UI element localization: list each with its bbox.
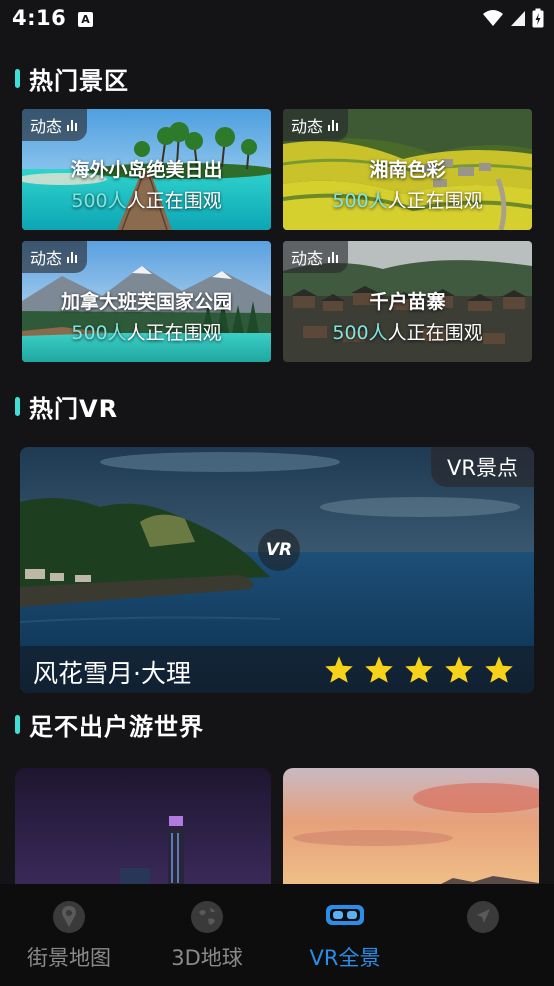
scenic-viewers: 500人人正在围观 <box>332 190 483 212</box>
star-icon <box>325 656 353 683</box>
nav-street-map[interactable]: 街景地图 <box>0 884 138 986</box>
live-tag: 动态 <box>22 241 88 273</box>
section-accent-bar <box>15 68 20 88</box>
vr-headset-icon <box>326 905 364 925</box>
status-bar: 4:16 A <box>0 0 554 40</box>
scenic-card-hunan[interactable]: 动态 湘南色彩 500人人正在围观 <box>283 109 532 230</box>
wifi-icon <box>483 10 503 26</box>
scenic-name: 加拿大班芙国家公园 <box>60 291 232 313</box>
notification-icon: A <box>78 12 93 27</box>
star-icon <box>445 656 473 683</box>
scenic-name: 千户苗寨 <box>369 291 446 313</box>
nav-label: 3D地球 <box>171 946 243 970</box>
section-accent-bar <box>15 396 20 416</box>
scenic-card-banff[interactable]: 动态 加拿大班芙国家公园 500人人正在围观 <box>22 241 271 362</box>
scenic-name: 海外小岛绝美日出 <box>70 159 223 181</box>
city-night-image <box>15 768 271 888</box>
live-tag: 动态 <box>283 109 349 141</box>
navigation-arrow-icon <box>467 901 499 933</box>
vr-card-dali[interactable]: VR景点 VR 风花雪月·大理 <box>20 447 534 693</box>
live-tag: 动态 <box>22 109 88 141</box>
location-pin-icon <box>53 901 85 933</box>
world-card-city-night[interactable] <box>15 768 271 888</box>
status-time: 4:16 <box>12 6 67 30</box>
nav-label: 街景地图 <box>27 946 111 970</box>
nav-navigation[interactable] <box>414 884 552 986</box>
globe-icon <box>191 901 223 933</box>
scenic-card-island[interactable]: 动态 海外小岛绝美日出 500人人正在围观 <box>22 109 271 230</box>
live-bars-icon <box>67 119 78 131</box>
section-hot-vr: 热门VR <box>15 390 119 423</box>
live-bars-icon <box>328 119 339 131</box>
world-card-sunset[interactable] <box>283 768 539 888</box>
vr-logo-icon[interactable]: VR <box>258 529 300 571</box>
star-icon <box>365 656 393 683</box>
vr-title: 风花雪月·大理 <box>33 659 191 688</box>
section-accent-bar <box>15 714 20 734</box>
scenic-viewers: 500人人正在围观 <box>332 322 483 344</box>
scenic-card-miao-village[interactable]: 动态 千户苗寨 500人人正在围观 <box>283 241 532 362</box>
live-bars-icon <box>67 251 78 263</box>
section-title: 热门VR <box>29 394 119 423</box>
nav-vr-panorama[interactable]: VR全景 <box>276 884 414 986</box>
live-tag: 动态 <box>283 241 349 273</box>
section-world: 足不出户游世界 <box>15 708 204 741</box>
scenic-name: 湘南色彩 <box>369 159 446 181</box>
vr-footer: 风花雪月·大理 <box>20 646 534 693</box>
system-icons <box>482 8 544 28</box>
signal-icon <box>511 11 525 26</box>
live-bars-icon <box>328 251 339 263</box>
battery-icon <box>532 8 544 28</box>
star-icon <box>405 656 433 683</box>
section-hot-scenic: 热门景区 <box>15 62 129 95</box>
star-icon <box>485 656 513 683</box>
section-title: 热门景区 <box>29 66 129 95</box>
vr-badge: VR景点 <box>431 447 534 487</box>
bottom-nav: 街景地图 3D地球 VR全景 <box>0 884 554 986</box>
nav-label: VR全景 <box>309 946 381 970</box>
sunset-image <box>283 768 539 888</box>
scenic-viewers: 500人人正在围观 <box>71 322 222 344</box>
rating-stars <box>324 655 514 684</box>
section-title: 足不出户游世界 <box>29 712 204 741</box>
scenic-viewers: 500人人正在围观 <box>71 190 222 212</box>
nav-3d-globe[interactable]: 3D地球 <box>138 884 276 986</box>
